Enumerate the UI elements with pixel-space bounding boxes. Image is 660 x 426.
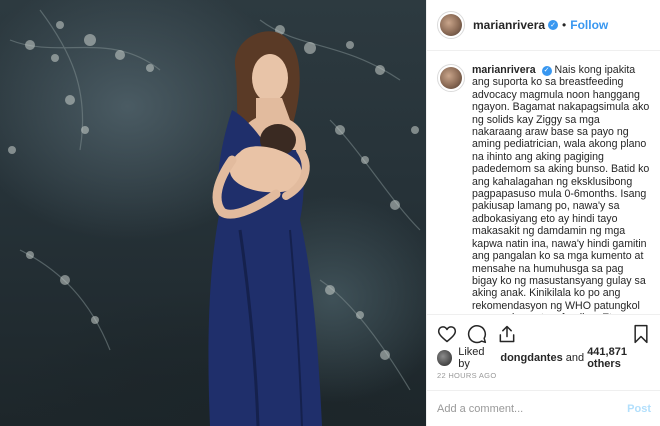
- bookmark-icon[interactable]: [631, 324, 651, 344]
- liker-username[interactable]: dongdantes: [500, 352, 562, 364]
- comment-bar: Post: [427, 390, 660, 426]
- post-side-panel: marianrivera ✓ • Follow marianrivera ✓ N…: [426, 0, 660, 426]
- post-header: marianrivera ✓ • Follow: [427, 0, 660, 51]
- caption-author-avatar[interactable]: [437, 64, 465, 92]
- liker-avatar[interactable]: [437, 350, 453, 366]
- comment-icon[interactable]: [467, 324, 487, 344]
- follow-button[interactable]: Follow: [570, 18, 608, 32]
- separator-dot: •: [562, 18, 567, 32]
- photo-illustration: [8, 9, 421, 426]
- comment-input[interactable]: [437, 402, 628, 415]
- verified-badge-icon: ✓: [548, 20, 559, 30]
- likes-prefix: Liked by: [458, 346, 485, 370]
- post-photo[interactable]: [0, 0, 426, 426]
- caption-text: Nais kong ipakita ang suporta ko sa brea…: [472, 64, 650, 314]
- likes-connector: and: [565, 352, 585, 364]
- caption-section: marianrivera ✓ Nais kong ipakita ang sup…: [427, 52, 660, 314]
- likes-summary: Liked by dongdantes and 441,871 others: [437, 346, 660, 370]
- likes-count-link[interactable]: 441,871 others: [587, 346, 660, 370]
- author-username[interactable]: marianrivera: [473, 18, 545, 32]
- heart-icon[interactable]: [437, 324, 457, 344]
- share-icon[interactable]: [497, 324, 517, 344]
- caption: marianrivera ✓ Nais kong ipakita ang sup…: [472, 64, 651, 314]
- caption-username[interactable]: marianrivera: [472, 64, 536, 76]
- author-avatar[interactable]: [437, 11, 465, 39]
- post-comment-button[interactable]: Post: [627, 403, 651, 415]
- caption-verified-badge-icon: ✓: [541, 66, 552, 77]
- post-timestamp[interactable]: 22 HOURS AGO: [437, 371, 496, 380]
